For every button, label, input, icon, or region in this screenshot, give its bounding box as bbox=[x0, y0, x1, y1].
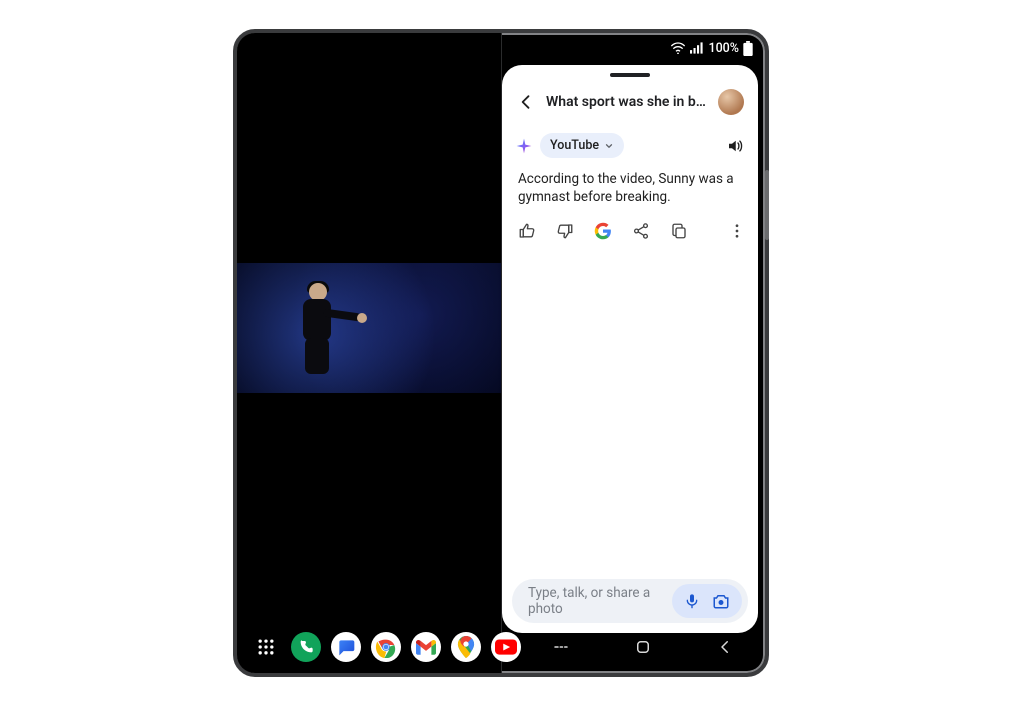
source-chip-label: YouTube bbox=[550, 138, 599, 153]
gemini-panel: What sport was she in befo… YouTube Acco… bbox=[502, 65, 758, 633]
device-side-button bbox=[765, 170, 769, 240]
prompt-placeholder: Type, talk, or share a photo bbox=[528, 585, 664, 617]
battery-pct: 100% bbox=[708, 41, 739, 56]
gemini-spark-icon bbox=[516, 138, 532, 154]
video-panel[interactable] bbox=[237, 33, 501, 673]
video-subject-silhouette bbox=[297, 283, 339, 373]
query-title: What sport was she in befo… bbox=[546, 94, 708, 110]
app-drawer-icon[interactable] bbox=[251, 632, 281, 662]
answer-text: According to the video, Sunny was a gymn… bbox=[502, 164, 758, 216]
phone-app-icon[interactable] bbox=[291, 632, 321, 662]
share-icon[interactable] bbox=[632, 222, 650, 240]
taskbar bbox=[237, 627, 765, 667]
youtube-app-icon[interactable] bbox=[491, 632, 521, 662]
nav-recent-icon[interactable] bbox=[552, 638, 570, 656]
nav-home-icon[interactable] bbox=[634, 638, 652, 656]
prompt-input[interactable]: Type, talk, or share a photo bbox=[512, 579, 748, 623]
maps-app-icon[interactable] bbox=[451, 632, 481, 662]
source-chip-youtube[interactable]: YouTube bbox=[540, 133, 624, 158]
foldable-device-frame: 15:30 100% bbox=[233, 29, 769, 677]
battery-icon bbox=[743, 41, 753, 56]
back-icon[interactable] bbox=[516, 92, 536, 112]
wifi-icon bbox=[670, 42, 686, 54]
messages-app-icon[interactable] bbox=[331, 632, 361, 662]
chrome-app-icon[interactable] bbox=[371, 632, 401, 662]
profile-avatar[interactable] bbox=[718, 89, 744, 115]
signal-icon bbox=[690, 42, 704, 54]
copy-icon[interactable] bbox=[670, 222, 688, 240]
thumbs-down-icon[interactable] bbox=[556, 222, 574, 240]
mic-icon[interactable] bbox=[684, 592, 700, 610]
video-frame bbox=[237, 263, 501, 393]
google-search-icon[interactable] bbox=[594, 222, 612, 240]
gmail-app-icon[interactable] bbox=[411, 632, 441, 662]
read-aloud-icon[interactable] bbox=[726, 137, 744, 155]
thumbs-up-icon[interactable] bbox=[518, 222, 536, 240]
nav-back-icon[interactable] bbox=[716, 638, 734, 656]
chevron-down-icon bbox=[604, 141, 614, 151]
more-icon[interactable] bbox=[728, 222, 746, 240]
camera-icon[interactable] bbox=[712, 593, 730, 609]
drag-handle[interactable] bbox=[610, 73, 650, 77]
